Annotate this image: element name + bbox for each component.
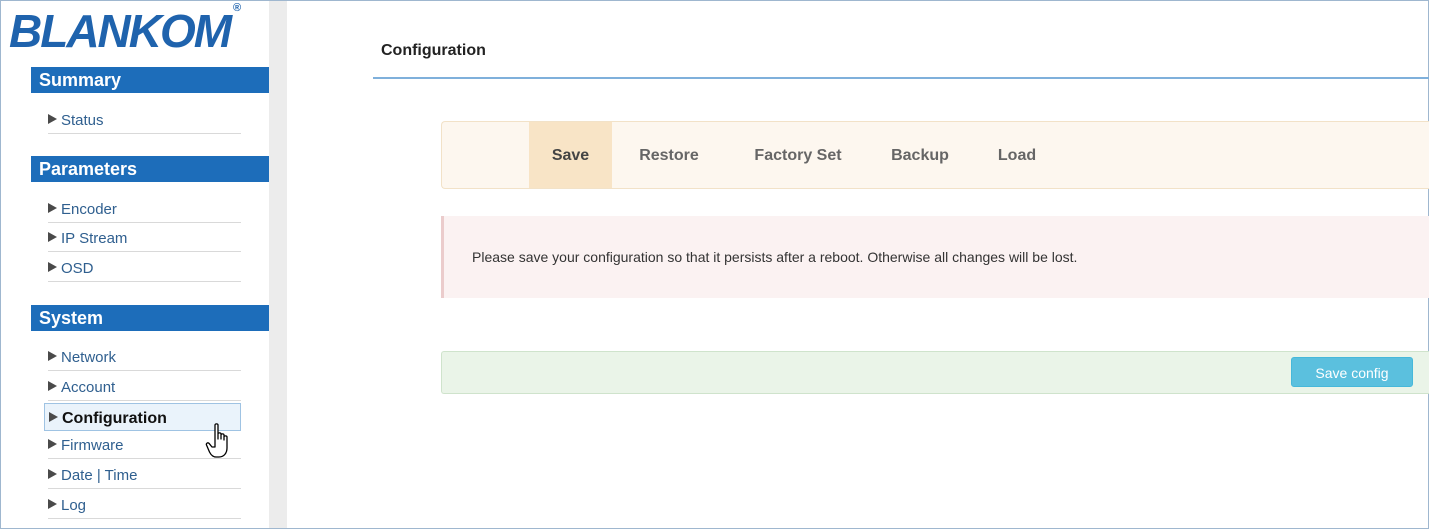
- sidebar-item-label: Configuration: [62, 410, 167, 427]
- sidebar-item-log[interactable]: Log: [48, 491, 241, 519]
- sidebar-item-ip-stream[interactable]: IP Stream: [48, 224, 241, 252]
- sidebar-item-status[interactable]: Status: [48, 106, 241, 134]
- sidebar-item-label: Log: [61, 497, 87, 514]
- sidebar-item-label: OSD: [61, 260, 94, 277]
- page-title: Configuration: [381, 42, 486, 59]
- triangle-right-icon: [48, 262, 57, 272]
- sidebar: BLANKOM ® Summary Status Parameters Enco…: [1, 1, 269, 528]
- save-config-button[interactable]: Save config: [1291, 357, 1413, 387]
- sidebar-item-label: IP Stream: [61, 230, 128, 247]
- sidebar-item-label: Account: [61, 379, 116, 396]
- sidebar-gutter: [269, 1, 287, 528]
- triangle-right-icon: [48, 499, 57, 509]
- brand-logo-text: BLANKOM: [9, 5, 232, 57]
- sidebar-item-encoder[interactable]: Encoder: [48, 195, 241, 223]
- registered-mark: ®: [233, 2, 242, 14]
- title-divider: [373, 77, 1429, 79]
- section-parameters: Parameters: [31, 156, 269, 182]
- triangle-right-icon: [48, 203, 57, 213]
- hand-pointer-icon: [205, 423, 228, 458]
- sidebar-item-network[interactable]: Network: [48, 343, 241, 371]
- brand-logo: BLANKOM ®: [9, 2, 259, 57]
- sidebar-item-date-time[interactable]: Date | Time: [48, 461, 241, 489]
- triangle-right-icon: [48, 114, 57, 124]
- section-system: System: [31, 305, 269, 331]
- sidebar-item-account[interactable]: Account: [48, 373, 241, 401]
- action-footer: Save config: [441, 351, 1429, 394]
- section-summary: Summary: [31, 67, 269, 93]
- triangle-right-icon: [49, 412, 58, 422]
- triangle-right-icon: [48, 439, 57, 449]
- sidebar-item-osd[interactable]: OSD: [48, 254, 241, 282]
- sidebar-item-label: Network: [61, 349, 117, 366]
- tab-save[interactable]: Save: [529, 122, 612, 188]
- triangle-right-icon: [48, 469, 57, 479]
- triangle-right-icon: [48, 351, 57, 361]
- config-tab-bar: Save Restore Factory Set Backup Load: [441, 121, 1429, 189]
- tab-backup[interactable]: Backup: [878, 122, 962, 188]
- tab-factory-set[interactable]: Factory Set: [736, 122, 860, 188]
- save-warning-alert: Please save your configuration so that i…: [441, 216, 1429, 298]
- sidebar-item-label: Status: [61, 112, 104, 129]
- tab-restore[interactable]: Restore: [622, 122, 716, 188]
- triangle-right-icon: [48, 232, 57, 242]
- triangle-right-icon: [48, 381, 57, 391]
- sidebar-item-label: Date | Time: [61, 467, 138, 484]
- sidebar-item-label: Encoder: [61, 201, 117, 218]
- tab-load[interactable]: Load: [982, 122, 1052, 188]
- sidebar-item-label: Firmware: [61, 437, 124, 454]
